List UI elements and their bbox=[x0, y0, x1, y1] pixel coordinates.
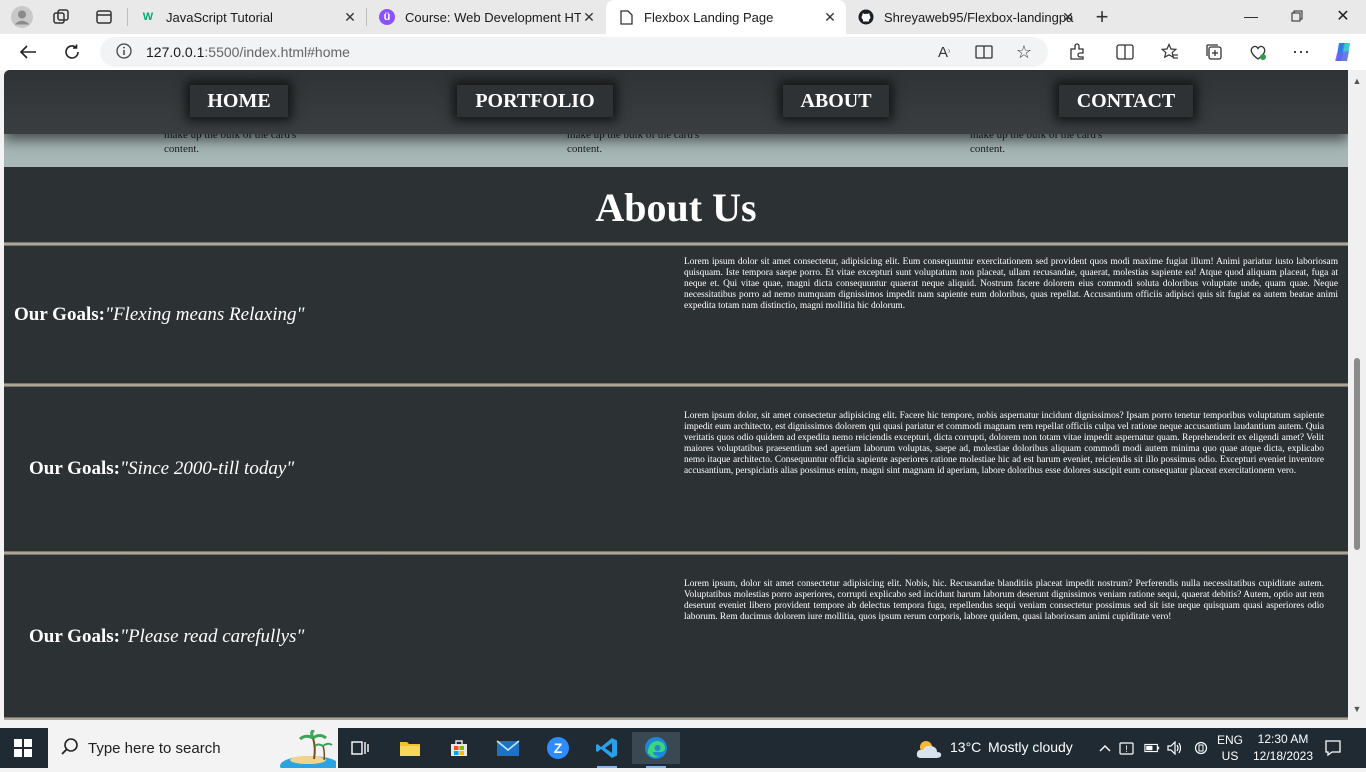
section-divider bbox=[4, 242, 1348, 246]
tab-course[interactable]: ü Course: Web Development HTML ✕ bbox=[367, 0, 605, 34]
language-region[interactable]: US bbox=[1214, 749, 1246, 763]
tab-javascript-tutorial[interactable]: W JavaScript Tutorial ✕ bbox=[128, 0, 366, 34]
clock-date[interactable]: 12/18/2023 bbox=[1246, 749, 1320, 763]
goal-quote: "Flexing means Relaxing" bbox=[104, 304, 305, 325]
browser-essentials-icon[interactable] bbox=[1246, 41, 1270, 63]
new-tab-icon[interactable]: + bbox=[1089, 4, 1115, 29]
vscode-icon[interactable] bbox=[589, 732, 625, 768]
edge-icon[interactable] bbox=[632, 732, 680, 768]
more-options-icon[interactable]: ⋯ bbox=[1289, 41, 1313, 63]
volume-icon[interactable] bbox=[1167, 740, 1183, 756]
close-window-icon[interactable]: ✕ bbox=[1320, 0, 1366, 32]
refresh-icon[interactable] bbox=[58, 40, 86, 64]
immersive-reader-icon[interactable] bbox=[972, 41, 996, 63]
goal-label: Our Goals:"Flexing means Relaxing" bbox=[14, 304, 305, 326]
profile-icon[interactable] bbox=[9, 5, 35, 29]
goal-paragraph: Lorem ipsum, dolor sit amet consectetur … bbox=[684, 579, 1324, 622]
svg-text:Z: Z bbox=[554, 740, 563, 756]
nav-contact[interactable]: CONTACT bbox=[1059, 85, 1193, 117]
nav-portfolio[interactable]: PORTFOLIO bbox=[457, 85, 613, 117]
nav-about[interactable]: ABOUT bbox=[783, 85, 889, 117]
scroll-up-arrow-icon[interactable]: ▲ bbox=[1352, 76, 1362, 86]
microsoft-store-icon[interactable] bbox=[441, 732, 477, 764]
goal-title: Our Goals: bbox=[29, 626, 120, 647]
favorite-star-icon[interactable]: ☆ bbox=[1012, 41, 1036, 63]
page-icon bbox=[618, 9, 634, 25]
address-toolbar: 127.0.0.1:5500/index.html#home A ⁾ ☆ ⋯ bbox=[0, 34, 1366, 70]
nav-home[interactable]: HOME bbox=[190, 85, 288, 117]
weather-icon[interactable] bbox=[914, 738, 944, 765]
read-aloud-icon[interactable]: A ⁾ bbox=[932, 41, 956, 63]
goal-paragraph: Lorem ipsum dolor, sit amet consectetur … bbox=[684, 411, 1324, 476]
github-icon bbox=[858, 9, 874, 25]
zoom-icon[interactable]: Z bbox=[540, 732, 576, 764]
tab-github[interactable]: Shreyaweb95/Flexbox-landingpa ✕ bbox=[846, 0, 1084, 34]
card-text-line: content. bbox=[567, 143, 603, 155]
site-info-icon[interactable] bbox=[116, 42, 132, 62]
search-placeholder: Type here to search bbox=[88, 739, 221, 757]
tab-title: Flexbox Landing Page bbox=[644, 9, 774, 25]
notifications-icon[interactable] bbox=[1324, 739, 1342, 757]
extensions-icon[interactable] bbox=[1065, 41, 1089, 63]
goal-title: Our Goals: bbox=[14, 304, 105, 325]
tab-title: Course: Web Development HTML bbox=[405, 9, 581, 25]
clock-time[interactable]: 12:30 AM bbox=[1246, 732, 1320, 746]
page-scrollbar[interactable]: ▲ ▼ bbox=[1348, 70, 1366, 720]
language-indicator[interactable]: ENG bbox=[1214, 733, 1246, 747]
close-icon[interactable]: ✕ bbox=[581, 9, 597, 25]
section-divider bbox=[4, 717, 1348, 720]
search-icon bbox=[60, 737, 80, 761]
battery-icon[interactable] bbox=[1144, 740, 1160, 756]
site-navbar: HOME PORTFOLIO ABOUT CONTACT bbox=[4, 70, 1348, 134]
scroll-down-arrow-icon[interactable]: ▼ bbox=[1352, 704, 1362, 714]
tab-title: Shreyaweb95/Flexbox-landingpa bbox=[884, 9, 1074, 25]
beach-illustration-icon bbox=[280, 728, 340, 772]
w3schools-icon: W bbox=[142, 11, 154, 23]
goal-quote: "Since 2000-till today" bbox=[119, 458, 295, 479]
windows-start-icon[interactable] bbox=[14, 739, 32, 757]
goal-label: Our Goals:"Please read carefullys" bbox=[29, 626, 304, 648]
goal-label: Our Goals:"Since 2000-till today" bbox=[29, 458, 294, 480]
onedrive-sync-icon[interactable] bbox=[1193, 740, 1209, 756]
file-explorer-icon[interactable] bbox=[392, 732, 428, 764]
tab-flexbox-landing-page[interactable]: Flexbox Landing Page ✕ bbox=[606, 0, 846, 34]
collections-icon[interactable] bbox=[1202, 41, 1226, 63]
back-icon[interactable] bbox=[14, 40, 42, 64]
scrollbar-thumb[interactable] bbox=[1354, 358, 1360, 550]
card-text-line: content. bbox=[164, 143, 200, 155]
weather-temp[interactable]: 13°C bbox=[950, 739, 981, 755]
course-icon: ü bbox=[379, 9, 395, 25]
close-icon[interactable]: ✕ bbox=[1060, 9, 1076, 25]
goal-quote: "Please read carefullys" bbox=[119, 626, 305, 647]
section-divider bbox=[4, 383, 1348, 387]
about-heading: About Us bbox=[595, 185, 757, 230]
taskbar-search[interactable]: Type here to search bbox=[48, 728, 340, 772]
url-path: :5500/index.html#home bbox=[204, 44, 350, 60]
copilot-icon[interactable] bbox=[1331, 41, 1355, 63]
restore-icon[interactable] bbox=[1274, 0, 1320, 32]
windows-taskbar: Type here to search Z 13°C Mostly cloudy… bbox=[0, 728, 1366, 772]
close-icon[interactable]: ✕ bbox=[342, 9, 358, 25]
goal-paragraph: Lorem ipsum dolor sit amet consectetur, … bbox=[684, 257, 1338, 311]
network-alert-icon[interactable]: ! bbox=[1119, 740, 1135, 756]
url-host: 127.0.0.1 bbox=[146, 44, 205, 60]
browser-tab-bar: W JavaScript Tutorial ✕ ü Course: Web De… bbox=[0, 0, 1366, 34]
favorites-icon[interactable] bbox=[1158, 41, 1182, 63]
minimize-icon[interactable]: — bbox=[1228, 0, 1274, 32]
weather-desc[interactable]: Mostly cloudy bbox=[988, 739, 1073, 755]
goal-title: Our Goals: bbox=[29, 458, 120, 479]
chevron-up-icon[interactable] bbox=[1097, 740, 1113, 756]
tab-title: JavaScript Tutorial bbox=[166, 9, 273, 25]
card-text-line: content. bbox=[970, 143, 1006, 155]
svg-text:!: ! bbox=[1125, 744, 1128, 754]
section-divider bbox=[4, 551, 1348, 555]
page-viewport: make up the bulk of the card's content. … bbox=[4, 70, 1348, 720]
workspaces-icon[interactable] bbox=[48, 5, 74, 29]
tab-actions-icon[interactable] bbox=[91, 5, 117, 29]
task-view-icon[interactable] bbox=[342, 732, 378, 764]
close-icon[interactable]: ✕ bbox=[822, 9, 838, 25]
mail-icon[interactable] bbox=[490, 732, 526, 764]
split-screen-icon[interactable] bbox=[1113, 41, 1137, 63]
url-field[interactable]: 127.0.0.1:5500/index.html#home bbox=[100, 37, 1048, 67]
